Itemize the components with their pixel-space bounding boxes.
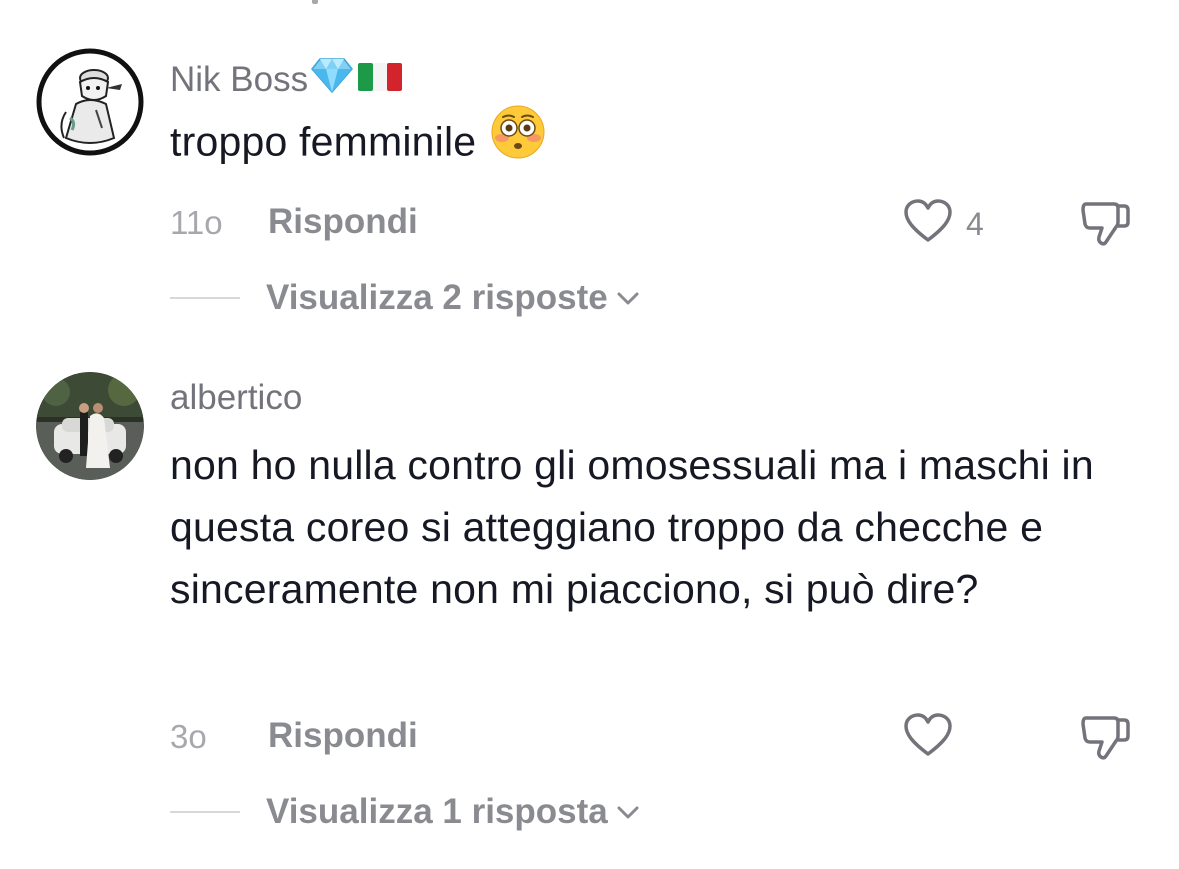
replies-divider — [170, 811, 240, 813]
view-replies[interactable]: Visualizza 1 risposta — [170, 790, 642, 834]
comment-text-content: troppo femminile — [170, 118, 477, 165]
replies-label: Visualizza 1 risposta — [266, 792, 608, 831]
username[interactable]: albertico — [170, 378, 302, 418]
heart-icon[interactable] — [902, 712, 954, 760]
heart-icon[interactable] — [902, 198, 954, 246]
timestamp: 11o — [170, 204, 223, 241]
comment-meta: 11o Rispondi 4 — [170, 198, 1179, 248]
view-replies[interactable]: Visualizza 2 risposte — [170, 276, 642, 320]
previous-dislike-icon[interactable] — [1085, 0, 1125, 10]
chevron-down-icon — [614, 288, 642, 308]
comment-text-content: non ho nulla contro gli omosessuali ma i… — [170, 442, 1094, 612]
flushed-face-emoji — [490, 104, 546, 177]
previous-comment-remnant — [312, 0, 318, 4]
avatar[interactable] — [36, 372, 144, 480]
timestamp: 3o — [170, 718, 207, 755]
comment-text: non ho nulla contro gli omosessuali ma i… — [170, 434, 1150, 620]
comment-text: troppo femminile — [170, 105, 1150, 181]
dislike-icon[interactable] — [1080, 712, 1132, 762]
previous-like-icon[interactable] — [905, 0, 945, 10]
replies-divider — [170, 297, 240, 299]
avatar[interactable] — [36, 48, 144, 156]
username-label: albertico — [170, 378, 303, 417]
reply-button[interactable]: Rispondi — [268, 716, 418, 756]
italy-flag-icon — [358, 60, 403, 100]
dislike-icon[interactable] — [1080, 198, 1132, 248]
replies-label: Visualizza 2 risposte — [266, 278, 608, 317]
like-count: 4 — [966, 206, 984, 242]
reply-button[interactable]: Rispondi — [268, 202, 418, 242]
username[interactable]: Nik Boss — [170, 56, 403, 103]
chevron-down-icon — [614, 802, 642, 822]
diamond-icon — [310, 56, 354, 103]
comment-meta: 3o Rispondi — [170, 712, 1179, 762]
username-label: Nik Boss — [170, 59, 309, 99]
